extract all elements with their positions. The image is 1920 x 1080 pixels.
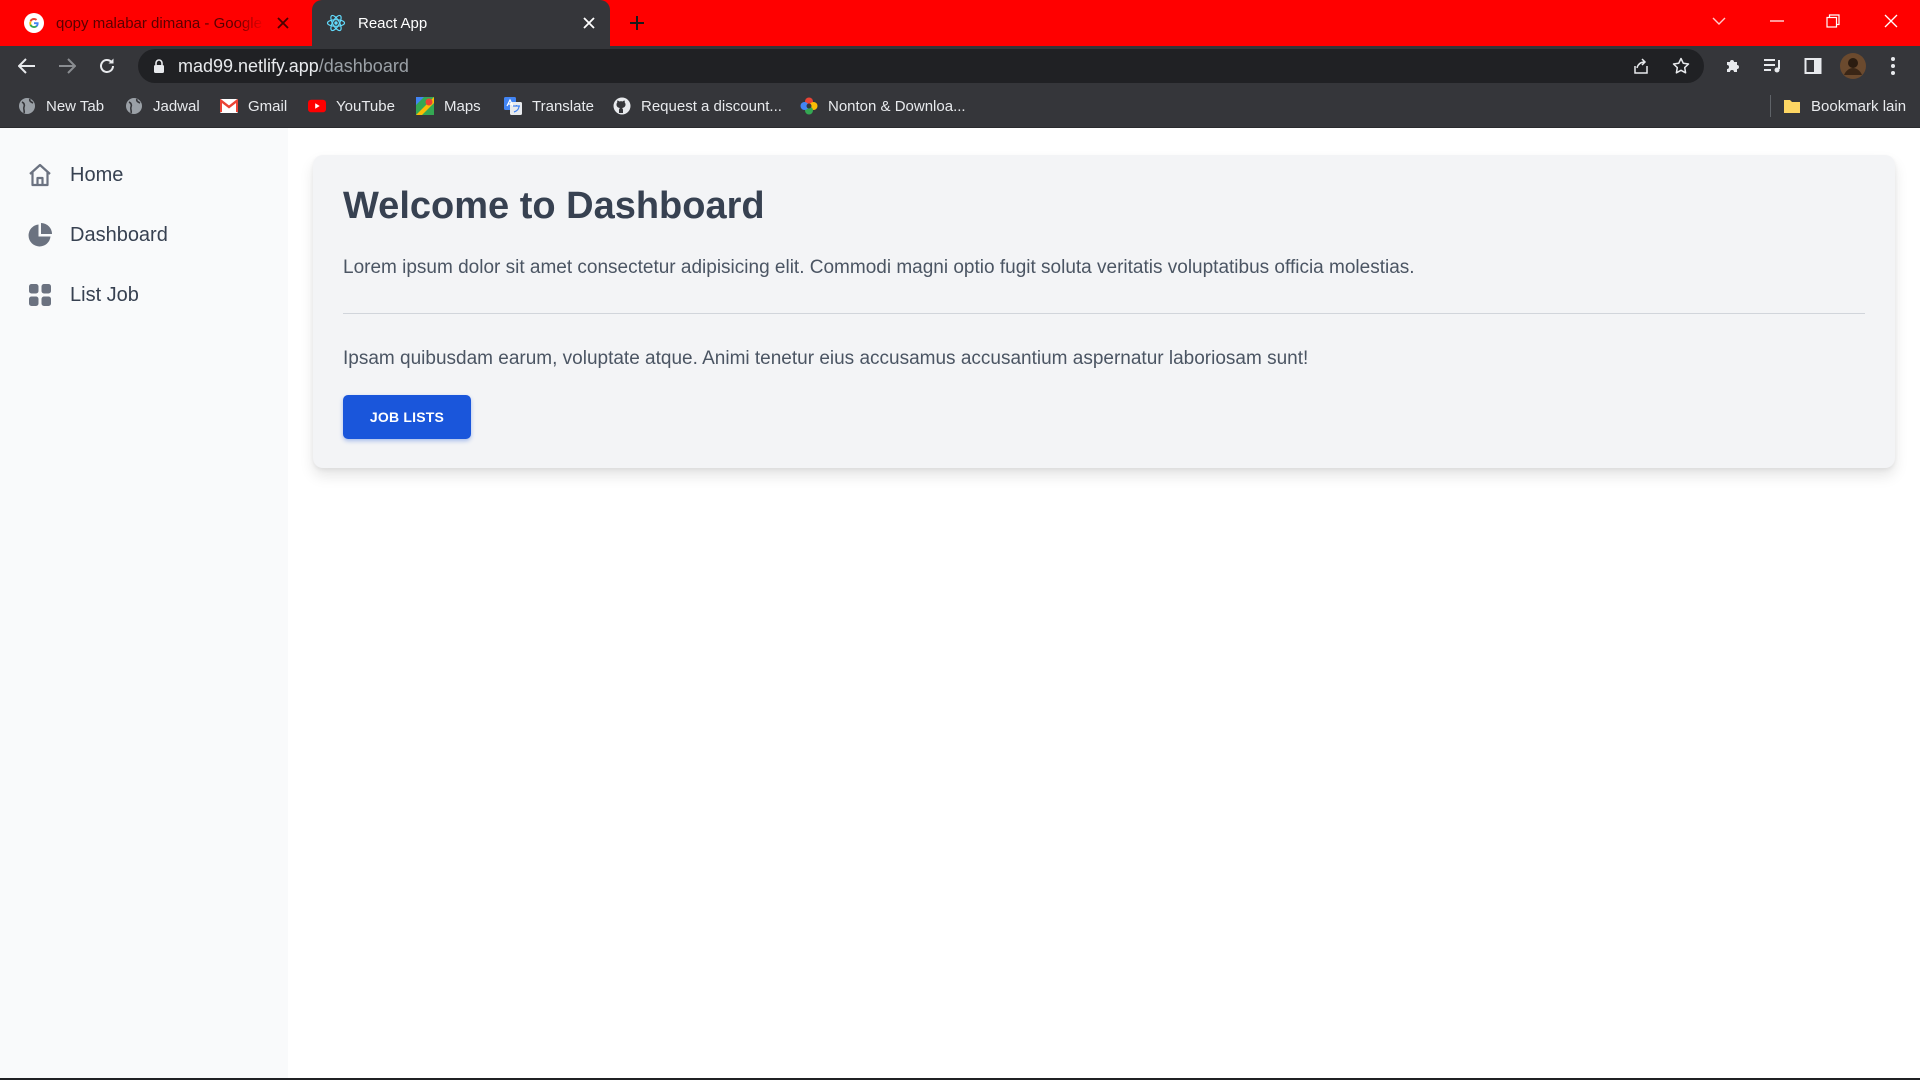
tab-search-chevron-icon[interactable] [1702,6,1736,36]
gmail-icon [220,97,238,115]
back-arrow-icon[interactable] [12,51,42,81]
bookmark-label: New Tab [46,97,105,115]
sidebar-item-label: Home [70,163,124,186]
tab-title: qopy malabar dimana - Google S [56,14,266,32]
url-path: /dashboard [318,56,409,76]
browser-tab-react-app[interactable]: React App [312,0,610,46]
new-tab-icon[interactable] [624,10,650,36]
bookmark-label: YouTube [336,97,395,115]
bookmark-translate[interactable]: Translate [504,86,594,126]
folder-icon [1783,97,1801,115]
github-icon [613,97,631,115]
divider [343,313,1865,314]
browser-tab-google-search[interactable]: qopy malabar dimana - Google S [10,0,304,46]
reload-icon[interactable] [92,51,122,81]
sidebar-item-label: List Job [70,283,139,306]
bookmark-maps[interactable]: Maps [416,86,481,126]
sidebar-item-dashboard[interactable]: Dashboard [26,215,168,255]
google-g-icon [24,13,44,33]
star-icon[interactable] [1668,53,1694,79]
sidebar-item-list-job[interactable]: List Job [26,275,139,315]
sidebar: Home Dashboard List Job [0,128,288,1078]
media-queue-icon[interactable] [1758,51,1788,81]
bookmarks-bar: New Tab Jadwal Gmail YouTube Maps Transl… [0,86,1920,128]
side-panel-icon[interactable] [1798,51,1828,81]
bookmark-other[interactable]: Bookmark lain [1783,86,1906,126]
bookmark-jadwal[interactable]: Jadwal [125,86,200,126]
sidebar-item-label: Dashboard [70,223,168,246]
url-text[interactable]: mad99.netlify.app/dashboard [178,49,409,83]
pinwheel-icon [800,97,818,115]
page-title: Welcome to Dashboard [343,185,765,227]
home-icon [26,161,54,189]
close-window-icon[interactable] [1874,6,1908,36]
youtube-icon [308,97,326,115]
browser-toolbar: mad99.netlify.app/dashboard [0,46,1920,86]
extensions-puzzle-icon[interactable] [1718,51,1748,81]
job-lists-button[interactable]: JOB LISTS [343,395,471,439]
close-tab-icon[interactable] [580,14,598,32]
translate-icon [504,97,522,115]
share-icon[interactable] [1628,53,1654,79]
bookmark-youtube[interactable]: YouTube [308,86,395,126]
bookmark-label: Maps [444,97,481,115]
pie-chart-icon [26,221,54,249]
globe-icon [125,97,143,115]
bookmark-label: Request a discount... [641,97,782,115]
forward-arrow-icon[interactable] [52,51,82,81]
react-atom-icon [326,13,346,33]
close-tab-icon[interactable] [274,14,292,32]
bookmarks-divider [1770,95,1771,117]
body-text: Ipsam quibusdam earum, voluptate atque. … [343,348,1309,369]
welcome-card: Welcome to Dashboard Lorem ipsum dolor s… [313,155,1895,468]
maps-icon [416,97,434,115]
grid-icon [26,281,54,309]
profile-avatar[interactable] [1838,51,1868,81]
url-host: mad99.netlify.app [178,56,319,76]
bookmark-label: Translate [532,97,594,115]
bookmark-label: Bookmark lain [1811,97,1907,115]
minimize-icon[interactable] [1760,6,1794,36]
tab-title: React App [358,14,428,32]
browser-tab-strip: qopy malabar dimana - Google S React App [0,0,1920,46]
lock-icon[interactable] [152,58,166,74]
globe-icon [18,97,36,115]
bookmark-label: Gmail [248,97,288,115]
sidebar-item-home[interactable]: Home [26,155,123,195]
bookmark-request-discount[interactable]: Request a discount... [613,86,782,126]
bookmark-gmail[interactable]: Gmail [220,86,287,126]
more-menu-icon[interactable] [1878,51,1908,81]
bookmark-label: Jadwal [153,97,200,115]
restore-icon[interactable] [1816,6,1850,36]
bookmark-label: Nonton & Downloa... [828,97,966,115]
address-bar[interactable]: mad99.netlify.app/dashboard [138,49,1704,83]
intro-text: Lorem ipsum dolor sit amet consectetur a… [343,257,1415,278]
bookmark-new-tab[interactable]: New Tab [18,86,104,126]
bookmark-nonton[interactable]: Nonton & Downloa... [800,86,966,126]
